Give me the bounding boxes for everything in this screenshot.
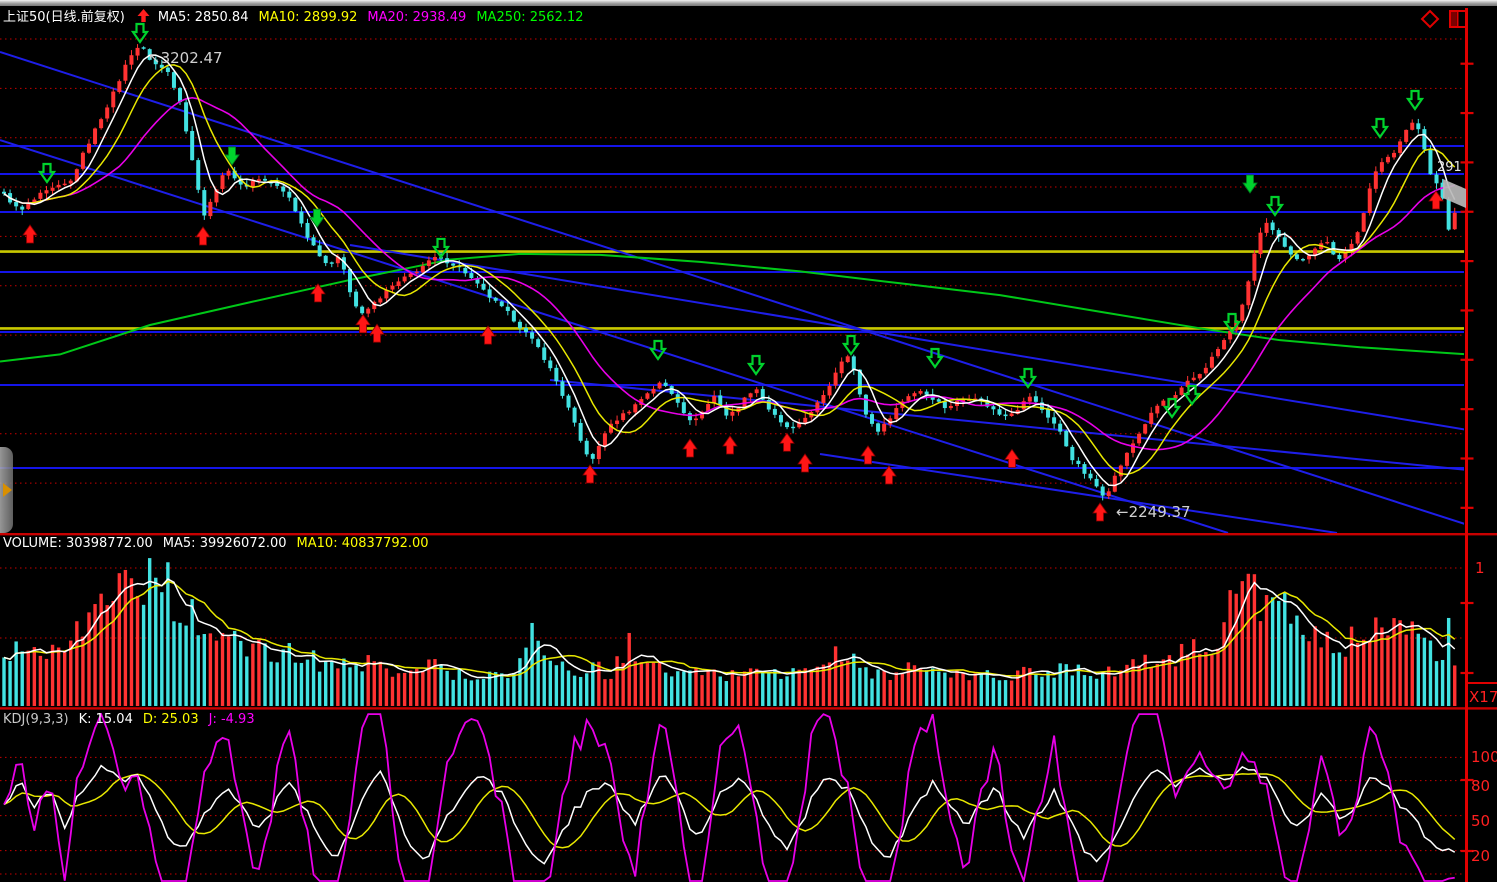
current-price-partial-label: 291: [1437, 160, 1462, 175]
diamond-tool-icon[interactable]: [1420, 8, 1440, 30]
price-ma-lines: [4, 55, 1455, 485]
chart-canvas[interactable]: 1 X17 100 80 50 20 ↖3202.47 ←2249.37 291: [0, 0, 1497, 882]
volume-scale-label: X17: [1469, 688, 1497, 706]
panel-expand-handle[interactable]: [0, 447, 13, 533]
ma10-value: MA10: 2899.92: [258, 10, 357, 26]
up-arrow-icon: [137, 8, 150, 28]
main-pane-header: 上证50(日线.前复权) MA5: 2850.84 MA10: 2899.92 …: [3, 8, 584, 28]
volume-ma5-value: MA5: 39926072.00: [163, 536, 287, 552]
symbol-title: 上证50(日线.前复权): [3, 10, 125, 26]
grid-lines: [0, 39, 1464, 874]
kdj-axis-label: 20: [1471, 847, 1490, 865]
peak-price-label: ↖3202.47: [148, 49, 223, 67]
buy-signal-arrows: [23, 191, 1443, 521]
kdj-j-value: J: -4.93: [209, 712, 255, 728]
volume-ma10-value: MA10: 40837792.00: [297, 536, 429, 552]
kdj-lines: [4, 714, 1455, 881]
window-top-bar: [0, 0, 1497, 6]
kdj-axis-label: 50: [1471, 812, 1490, 830]
right-axis: [0, 8, 1497, 882]
split-window-icon[interactable]: [1448, 8, 1470, 30]
stock-chart-window: 上证50(日线.前复权) MA5: 2850.84 MA10: 2899.92 …: [0, 0, 1497, 882]
expand-triangle-icon: [3, 483, 12, 497]
kdj-d-value: D: 25.03: [143, 712, 199, 728]
kdj-indicator-name: KDJ(9,3,3): [3, 712, 69, 728]
volume-axis-label: 1: [1475, 559, 1485, 577]
sell-signal-arrows: [40, 24, 1422, 417]
kdj-k-value: K: 15.04: [79, 712, 133, 728]
price-flag: [1443, 179, 1466, 208]
kdj-axis-label: 100: [1471, 748, 1497, 766]
kdj-pane-header: KDJ(9,3,3) K: 15.04 D: 25.03 J: -4.93: [3, 712, 255, 728]
ma20-value: MA20: 2938.49: [367, 10, 466, 26]
ma5-value: MA5: 2850.84: [158, 10, 249, 26]
trough-price-label: ←2249.37: [1116, 503, 1191, 521]
volume-value: VOLUME: 30398772.00: [3, 536, 153, 552]
kdj-axis-label: 80: [1471, 777, 1490, 795]
volume-pane-header: VOLUME: 30398772.00 MA5: 39926072.00 MA1…: [3, 536, 429, 552]
ma250-value: MA250: 2562.12: [476, 10, 583, 26]
